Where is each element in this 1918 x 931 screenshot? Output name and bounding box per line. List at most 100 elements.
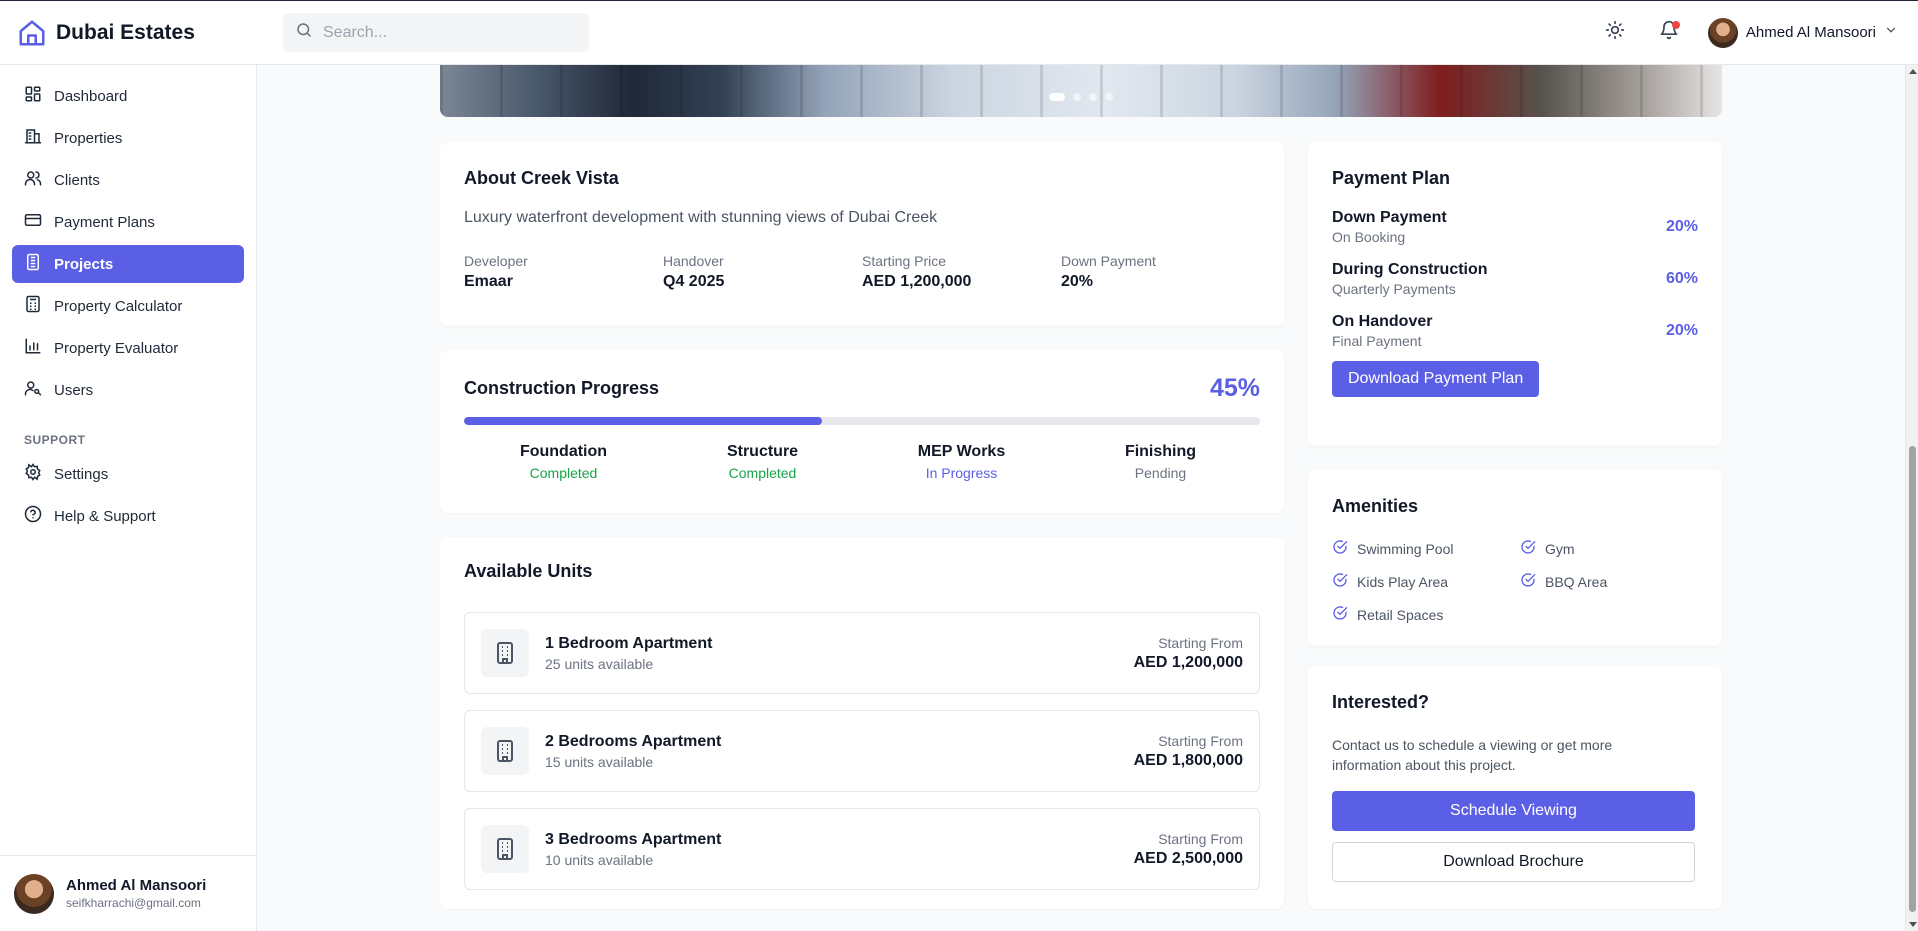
stat-value: 20% [1061,273,1094,290]
sidebar-item-dashboard[interactable]: Dashboard [12,77,244,115]
payment-percent: 20% [1665,218,1698,235]
sidebar-item-help[interactable]: Help & Support [12,497,244,535]
sidebar-nav: Dashboard Properties Clients Payment Pla… [0,65,256,409]
payment-percent: 60% [1665,270,1698,287]
carousel-dot[interactable] [1073,93,1081,101]
carousel-dot[interactable] [1105,93,1113,101]
dashboard-icon [24,85,42,107]
unit-name: 2 Bedrooms Apartment [545,732,722,750]
stage-mep-works: MEP Works In Progress [862,443,1061,481]
stage-name: MEP Works [917,443,1006,460]
projects-icon [24,253,42,275]
header-actions: Ahmed Al Mansoori [1600,17,1918,48]
sidebar-user-email: seifkharrachi@gmail.com [66,896,201,910]
sidebar-item-settings[interactable]: Settings [12,455,244,493]
unit-availability: 15 units available [545,753,654,770]
chevron-down-icon [1884,23,1898,42]
unit-name: 3 Bedrooms Apartment [545,830,722,848]
download-brochure-button[interactable]: Download Brochure [1332,842,1695,882]
sidebar-item-projects[interactable]: Projects [12,245,244,283]
stat-value: Q4 2025 [663,273,725,290]
schedule-viewing-button[interactable]: Schedule Viewing [1332,791,1695,831]
amenity-label: Kids Play Area [1357,573,1449,590]
search-icon [295,21,313,44]
unit-row[interactable]: 3 Bedrooms Apartment 10 units available … [464,808,1260,890]
building-icon [481,727,529,775]
payment-plan-card: Payment Plan Down Payment On Booking 20%… [1308,142,1722,446]
payment-name: On Handover [1332,313,1433,330]
stage-status: In Progress [925,465,998,481]
sidebar-user-profile[interactable]: Ahmed Al Mansoori seifkharrachi@gmail.co… [0,855,256,931]
project-stats: Developer Emaar Handover Q4 2025 Startin… [464,253,1260,291]
stage-name: Structure [726,443,799,460]
search-bar[interactable] [283,13,589,52]
user-menu[interactable]: Ahmed Al Mansoori [1707,17,1898,48]
sidebar-item-payment-plans[interactable]: Payment Plans [12,203,244,241]
about-description: Luxury waterfront development with stunn… [464,209,938,226]
sidebar-item-users[interactable]: Users [12,371,244,409]
scroll-down-arrow-icon[interactable] [1909,922,1917,927]
theme-toggle-button[interactable] [1600,18,1630,48]
check-circle-icon [1520,539,1536,558]
stat-label: Developer [464,253,528,269]
amenity-item: Gym [1520,539,1708,558]
payment-row-during-construction: During Construction Quarterly Payments 6… [1332,261,1698,297]
stat-label: Handover [663,253,724,269]
unit-row[interactable]: 2 Bedrooms Apartment 15 units available … [464,710,1260,792]
help-icon [24,505,42,527]
main-content: About Creek Vista Luxury waterfront deve… [257,65,1905,931]
payment-sub: Quarterly Payments [1332,281,1456,297]
header-user-name: Ahmed Al Mansoori [1745,24,1876,41]
sidebar-item-properties[interactable]: Properties [12,119,244,157]
sidebar-item-label: Users [54,381,94,399]
amenities-card: Amenities Swimming Pool Gym Kids Play Ar… [1308,470,1722,646]
price-value: AED 2,500,000 [1133,849,1243,867]
check-circle-icon [1332,605,1348,624]
amenity-label: BBQ Area [1545,573,1608,590]
scrollbar-thumb[interactable] [1909,446,1916,912]
amenities-list: Swimming Pool Gym Kids Play Area BBQ Are… [1332,539,1698,624]
sidebar-item-label: Projects [54,255,114,273]
price-label: Starting From [1158,634,1243,651]
sidebar-item-label: Payment Plans [54,213,155,231]
stat-value: Emaar [464,273,513,290]
user-key-icon [24,379,42,401]
stat-starting-price: Starting Price AED 1,200,000 [862,253,1061,291]
users-icon [24,169,42,191]
credit-card-icon [24,211,42,233]
brand-name: Dubai Estates [56,20,195,44]
amenity-item: Retail Spaces [1332,605,1520,624]
stat-label: Down Payment [1061,253,1156,269]
calculator-icon [24,295,42,317]
progress-percent: 45% [1209,374,1260,402]
notifications-button[interactable] [1654,18,1684,48]
download-payment-plan-button[interactable]: Download Payment Plan [1332,361,1540,397]
building-icon [24,127,42,149]
avatar [1707,17,1738,48]
scroll-up-arrow-icon[interactable] [1909,69,1917,74]
sidebar-item-clients[interactable]: Clients [12,161,244,199]
check-circle-icon [1520,572,1536,591]
stat-handover: Handover Q4 2025 [663,253,862,291]
building-icon [481,629,529,677]
stage-status: Pending [1134,465,1187,481]
sidebar-item-property-calculator[interactable]: Property Calculator [12,287,244,325]
stage-name: Foundation [519,443,608,460]
stage-name: Finishing [1124,443,1197,460]
sidebar-item-property-evaluator[interactable]: Property Evaluator [12,329,244,367]
building-icon [481,825,529,873]
sidebar-item-label: Dashboard [54,87,128,105]
amenity-label: Swimming Pool [1357,540,1454,557]
price-label: Starting From [1158,732,1243,749]
carousel-dot[interactable] [1049,93,1065,101]
brand[interactable]: Dubai Estates [0,17,257,49]
carousel-dot[interactable] [1089,93,1097,101]
check-circle-icon [1332,572,1348,591]
scrollbar[interactable] [1905,65,1918,931]
unit-row[interactable]: 1 Bedroom Apartment 25 units available S… [464,612,1260,694]
amenity-item: BBQ Area [1520,572,1708,591]
stat-label: Starting Price [862,253,947,269]
search-input[interactable] [323,23,563,42]
stage-structure: Structure Completed [663,443,862,481]
amenity-item: Kids Play Area [1332,572,1520,591]
